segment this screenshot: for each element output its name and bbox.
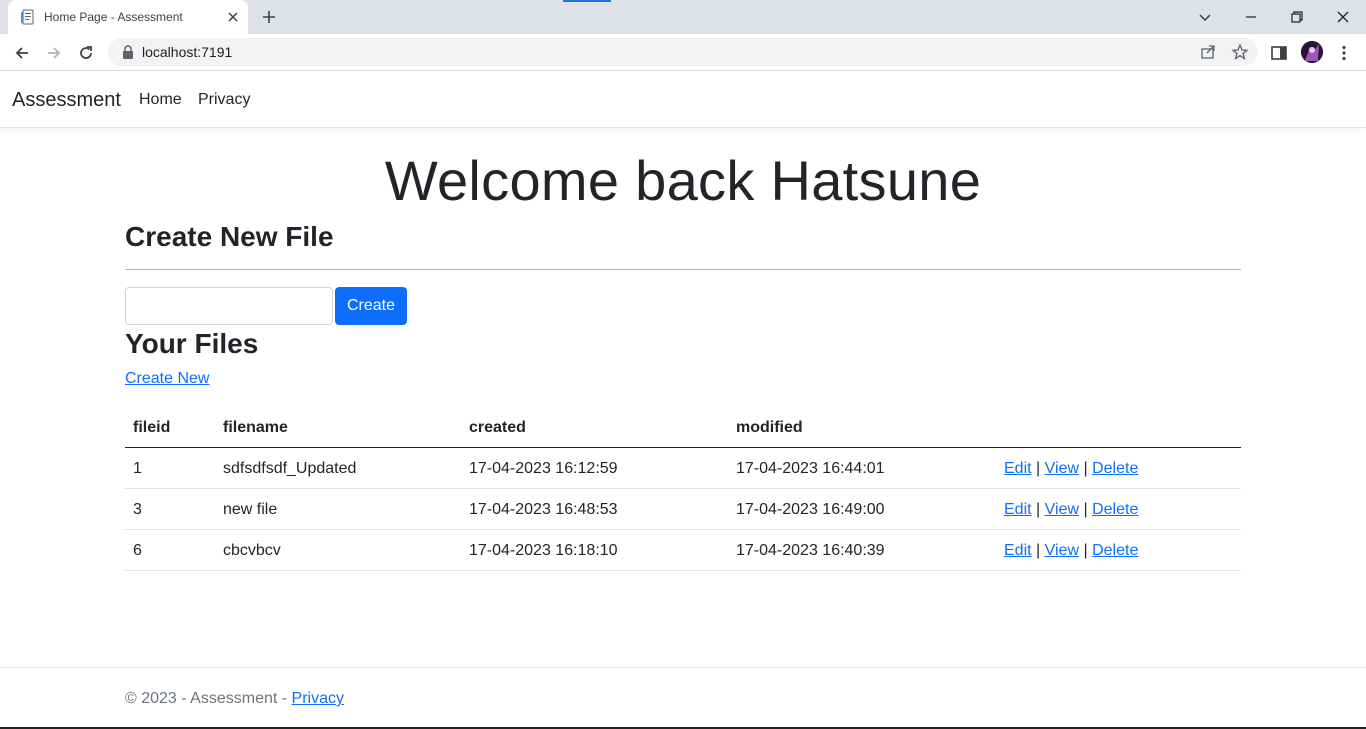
cell-modified: 17-04-2023 16:49:00 [736, 501, 885, 518]
footer-privacy-link[interactable]: Privacy [292, 690, 344, 707]
action-separator: | [1036, 542, 1041, 559]
profile-avatar[interactable] [1301, 41, 1323, 63]
share-icon[interactable] [1199, 43, 1217, 61]
column-header-modified: modified [736, 419, 803, 436]
minimize-icon[interactable] [1241, 7, 1261, 27]
row-actions: Edit | View | Delete [1004, 542, 1138, 560]
delete-link[interactable]: Delete [1092, 542, 1138, 559]
table-row: 1 sdfsdfsdf_Updated 17-04-2023 16:12:59 … [125, 448, 1241, 489]
delete-link[interactable]: Delete [1092, 460, 1138, 477]
column-header-created: created [469, 419, 526, 436]
row-actions: Edit | View | Delete [1004, 460, 1138, 478]
bookmark-star-icon[interactable] [1231, 43, 1249, 61]
action-separator: | [1036, 501, 1041, 518]
action-separator: | [1083, 542, 1088, 559]
divider [125, 269, 1241, 270]
your-files-heading: Your Files [125, 328, 259, 359]
cell-fileid: 3 [133, 501, 142, 518]
browser-tab-active[interactable]: Home Page - Assessment [8, 0, 248, 34]
tab-loading-indicator [563, 0, 611, 2]
filename-input[interactable] [125, 287, 333, 325]
forward-arrow-icon[interactable] [44, 43, 64, 63]
close-tab-icon[interactable] [226, 10, 240, 24]
create-button[interactable]: Create [335, 287, 407, 325]
files-table: fileid filename created modified 1 sdfsd… [125, 407, 1241, 571]
action-separator: | [1083, 501, 1088, 518]
delete-link[interactable]: Delete [1092, 501, 1138, 518]
more-menu-icon[interactable] [1334, 43, 1354, 63]
action-separator: | [1083, 460, 1088, 477]
side-panel-icon[interactable] [1269, 43, 1289, 63]
reload-icon[interactable] [76, 43, 96, 63]
edit-link[interactable]: Edit [1004, 501, 1032, 518]
new-tab-icon[interactable] [260, 8, 278, 26]
column-header-filename: filename [223, 419, 288, 436]
address-bar[interactable]: localhost:7191 [108, 38, 1258, 66]
cell-created: 17-04-2023 16:18:10 [469, 542, 618, 559]
navbar-brand[interactable]: Assessment [12, 89, 121, 112]
row-actions: Edit | View | Delete [1004, 501, 1138, 519]
nav-link-privacy[interactable]: Privacy [198, 91, 250, 109]
cell-created: 17-04-2023 16:48:53 [469, 501, 618, 518]
cell-filename: sdfsdfsdf_Updated [223, 460, 357, 477]
column-header-fileid: fileid [133, 419, 171, 436]
avatar-image-icon [1301, 41, 1323, 63]
browser-toolbar: localhost:7191 [0, 34, 1366, 71]
close-window-icon[interactable] [1333, 7, 1353, 27]
table-row: 3 new file 17-04-2023 16:48:53 17-04-202… [125, 489, 1241, 530]
edit-link[interactable]: Edit [1004, 460, 1032, 477]
cell-fileid: 1 [133, 460, 142, 477]
tab-title: Home Page - Assessment [44, 10, 183, 24]
nav-link-home[interactable]: Home [139, 91, 182, 109]
site-navbar: Assessment Home Privacy [0, 71, 1366, 128]
action-separator: | [1036, 460, 1041, 477]
browser-tab-strip: Home Page - Assessment [0, 0, 1366, 34]
cell-created: 17-04-2023 16:12:59 [469, 460, 618, 477]
welcome-heading: Welcome back Hatsune [384, 149, 982, 212]
edit-link[interactable]: Edit [1004, 542, 1032, 559]
copyright-text: © 2023 - Assessment - [125, 690, 292, 707]
cell-filename: cbcvbcv [223, 542, 281, 559]
view-link[interactable]: View [1045, 542, 1079, 559]
url-text[interactable]: localhost:7191 [142, 44, 232, 60]
back-arrow-icon[interactable] [12, 43, 32, 63]
cell-modified: 17-04-2023 16:44:01 [736, 460, 885, 477]
cell-fileid: 6 [133, 542, 142, 559]
table-header-row: fileid filename created modified [125, 407, 1241, 448]
footer-text: © 2023 - Assessment - Privacy [125, 690, 344, 708]
view-link[interactable]: View [1045, 460, 1079, 477]
restore-icon[interactable] [1287, 7, 1307, 27]
site-footer: © 2023 - Assessment - Privacy [0, 667, 1366, 729]
view-link[interactable]: View [1045, 501, 1079, 518]
create-new-link[interactable]: Create New [125, 370, 209, 388]
tab-search-chevron-down-icon[interactable] [1195, 7, 1215, 27]
cell-modified: 17-04-2023 16:40:39 [736, 542, 885, 559]
lock-icon[interactable] [122, 45, 134, 59]
create-file-heading: Create New File [125, 221, 334, 252]
page-favicon-icon [21, 9, 34, 25]
table-row: 6 cbcvbcv 17-04-2023 16:18:10 17-04-2023… [125, 530, 1241, 571]
cell-filename: new file [223, 501, 278, 518]
